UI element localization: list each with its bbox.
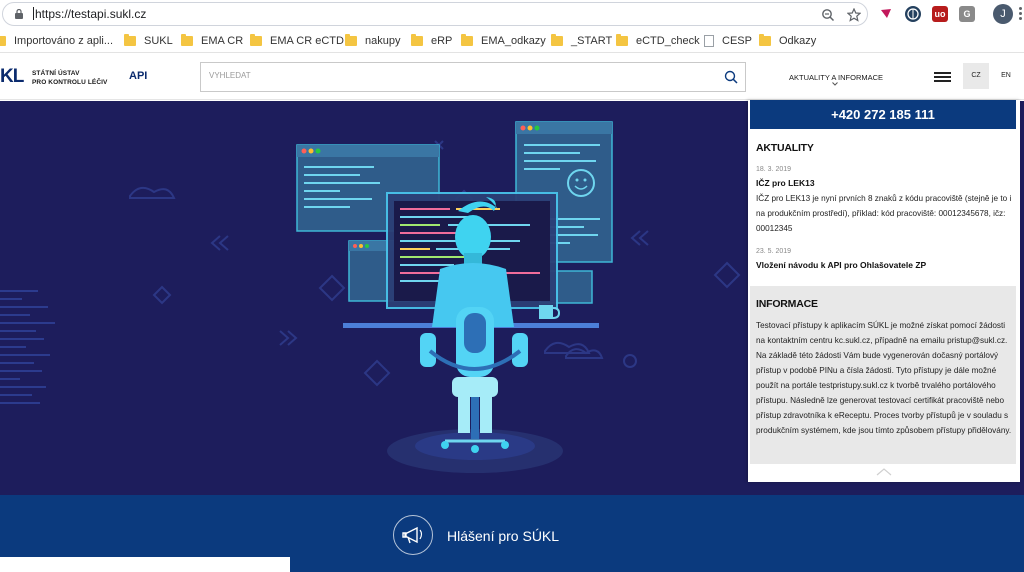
address-bar[interactable]: https://testapi.sukl.cz	[2, 2, 868, 26]
folder-icon	[759, 34, 771, 46]
logo-subtitle: STÁTNÍ ÚSTAV PRO KONTROLU LÉČIV	[32, 70, 108, 86]
info-panel: +420 272 185 111 AKTUALITY 18. 3. 2019 I…	[748, 100, 1020, 482]
browser-menu-icon[interactable]	[1019, 7, 1022, 22]
chevron-up-icon[interactable]	[876, 468, 892, 476]
folder-icon	[411, 34, 423, 46]
bookmark-item[interactable]: nakupy	[345, 33, 400, 49]
bookmark-item[interactable]: Importováno z apli...	[0, 33, 113, 49]
news-date: 18. 3. 2019	[756, 166, 792, 173]
page-icon	[704, 35, 714, 47]
folder-icon	[551, 34, 563, 46]
folder-icon	[181, 34, 193, 46]
bookmark-item[interactable]: EMA CR	[181, 33, 243, 49]
chevron-down-icon	[832, 82, 838, 86]
cookie-strip	[0, 557, 290, 572]
folder-icon	[616, 34, 628, 46]
page: https://testapi.sukl.cz uo G J Importová…	[0, 0, 1024, 572]
ublock-icon[interactable]: uo	[932, 6, 948, 22]
info-section-title: INFORMACE	[756, 298, 818, 310]
bookmark-item[interactable]: SUKL	[124, 33, 173, 49]
info-body: Testovací přístupy k aplikacím SÚKL je m…	[756, 321, 1012, 435]
profile-avatar[interactable]: J	[993, 4, 1013, 24]
bookmark-item[interactable]: CESP	[704, 33, 752, 49]
info-box: INFORMACE Testovací přístupy k aplikacím…	[750, 286, 1016, 464]
red-flag-icon[interactable]	[878, 6, 894, 22]
folder-icon	[0, 36, 6, 46]
browser-toolbar: https://testapi.sukl.cz uo G J	[0, 0, 1024, 28]
bookmark-star-icon[interactable]	[847, 8, 861, 22]
report-link[interactable]: Hlášení pro SÚKL	[447, 528, 559, 544]
lock-icon	[15, 9, 23, 19]
folder-icon	[461, 34, 473, 46]
news-headline[interactable]: IČZ pro LEK13	[756, 178, 815, 188]
site-header: KL STÁTNÍ ÚSTAV PRO KONTROLU LÉČIV API A…	[0, 54, 1024, 100]
megaphone-icon[interactable]	[393, 515, 433, 555]
search-input[interactable]	[209, 71, 709, 80]
search-box	[200, 62, 746, 92]
news-date: 23. 5. 2019	[756, 248, 792, 255]
bookmarks-bar: Importováno z apli... SUKL EMA CR EMA CR…	[0, 28, 1024, 53]
folder-icon	[124, 34, 136, 46]
lang-en-button[interactable]: EN	[995, 63, 1017, 89]
folder-icon	[250, 34, 262, 46]
api-link[interactable]: API	[129, 70, 147, 82]
hamburger-menu-icon[interactable]	[934, 72, 951, 84]
bookmark-item[interactable]: Odkazy	[759, 33, 816, 49]
news-body: IČZ pro LEK13 je nyní prvních 8 znaků z …	[756, 194, 1012, 233]
zoom-icon[interactable]	[821, 8, 835, 22]
sukl-logo[interactable]: KL	[0, 66, 24, 88]
news-headline[interactable]: Vložení návodu k API pro Ohlašovatele ZP	[756, 260, 926, 270]
bookmark-item[interactable]: eRP	[411, 33, 452, 49]
lang-cz-button[interactable]: CZ	[963, 63, 989, 89]
bookmark-item[interactable]: eCTD_check	[616, 33, 700, 49]
phone-number[interactable]: +420 272 185 111	[750, 100, 1016, 129]
news-menu-link[interactable]: AKTUALITY A INFORMACE	[789, 73, 883, 82]
news-section-title: AKTUALITY	[756, 142, 814, 154]
search-icon[interactable]	[724, 70, 738, 84]
folder-icon	[345, 34, 357, 46]
bookmark-item[interactable]: EMA_odkazy	[461, 33, 546, 49]
bookmark-item[interactable]: EMA CR eCTD	[250, 33, 344, 49]
globe-icon[interactable]	[905, 6, 921, 22]
gray-extension-icon[interactable]: G	[959, 6, 975, 22]
bookmark-item[interactable]: _START	[551, 33, 612, 49]
url-text[interactable]: https://testapi.sukl.cz	[33, 7, 146, 21]
